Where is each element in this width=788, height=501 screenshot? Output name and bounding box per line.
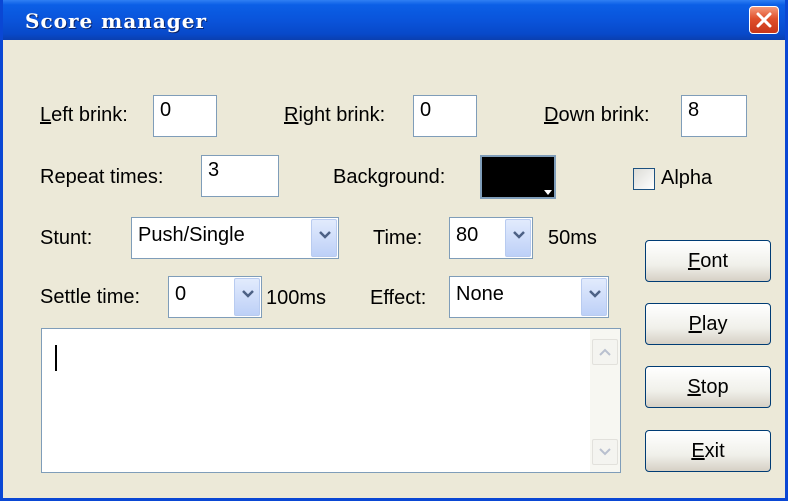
close-button[interactable] bbox=[749, 6, 779, 34]
repeat-times-input[interactable]: 3 bbox=[201, 155, 279, 197]
right-brink-label: Right brink: bbox=[284, 104, 386, 126]
chevron-down-icon bbox=[599, 448, 611, 456]
stunt-dropdown-button[interactable] bbox=[311, 219, 337, 257]
chevron-down-icon bbox=[242, 290, 254, 298]
play-button[interactable]: Play bbox=[645, 303, 771, 345]
settle-time-select[interactable]: 0 bbox=[168, 276, 262, 318]
chevron-up-icon bbox=[599, 348, 611, 356]
effect-value: None bbox=[456, 283, 504, 305]
settle-time-value: 0 bbox=[175, 283, 187, 305]
stunt-label: Stunt: bbox=[40, 227, 93, 249]
repeat-times-label: Repeat times: bbox=[40, 166, 164, 188]
close-icon bbox=[756, 12, 772, 28]
effect-label: Effect: bbox=[370, 287, 427, 309]
score-text-area[interactable] bbox=[41, 328, 621, 473]
score-manager-dialog: Score manager Left brink: 0 Right brink:… bbox=[0, 0, 788, 501]
scroll-down-button[interactable] bbox=[592, 439, 618, 465]
exit-button[interactable]: Exit bbox=[645, 430, 771, 472]
time-value: 80 bbox=[456, 224, 479, 246]
stunt-value: Push/Single bbox=[138, 224, 245, 246]
background-label: Background: bbox=[333, 166, 446, 188]
window-title: Score manager bbox=[25, 9, 208, 33]
chevron-down-icon bbox=[513, 231, 525, 239]
chevron-down-icon bbox=[319, 231, 331, 239]
background-color-picker[interactable] bbox=[480, 155, 556, 199]
settle-time-dropdown-button[interactable] bbox=[234, 278, 260, 316]
time-label: Time: bbox=[373, 227, 423, 249]
time-unit-label: 50ms bbox=[548, 227, 597, 249]
effect-dropdown-button[interactable] bbox=[581, 278, 607, 316]
down-brink-input[interactable]: 8 bbox=[681, 95, 747, 137]
chevron-down-icon bbox=[589, 290, 601, 298]
effect-select[interactable]: None bbox=[449, 276, 609, 318]
text-caret bbox=[55, 345, 57, 371]
left-brink-input[interactable]: 0 bbox=[153, 95, 217, 137]
right-brink-input[interactable]: 0 bbox=[413, 95, 477, 137]
alpha-label: Alpha bbox=[661, 167, 713, 189]
dropdown-arrow-icon bbox=[544, 190, 552, 195]
time-dropdown-button[interactable] bbox=[505, 219, 531, 257]
stop-button[interactable]: Stop bbox=[645, 366, 771, 408]
vertical-scrollbar[interactable] bbox=[590, 329, 620, 472]
scroll-up-button[interactable] bbox=[592, 339, 618, 365]
time-select[interactable]: 80 bbox=[449, 217, 533, 259]
left-brink-label: Left brink: bbox=[40, 104, 128, 126]
settle-time-label: Settle time: bbox=[40, 286, 141, 308]
font-button[interactable]: Font bbox=[645, 240, 771, 282]
alpha-checkbox[interactable] bbox=[633, 168, 655, 190]
down-brink-label: Down brink: bbox=[544, 104, 650, 126]
stunt-select[interactable]: Push/Single bbox=[131, 217, 339, 259]
title-bar[interactable]: Score manager bbox=[3, 0, 785, 40]
settle-time-unit-label: 100ms bbox=[266, 287, 327, 309]
